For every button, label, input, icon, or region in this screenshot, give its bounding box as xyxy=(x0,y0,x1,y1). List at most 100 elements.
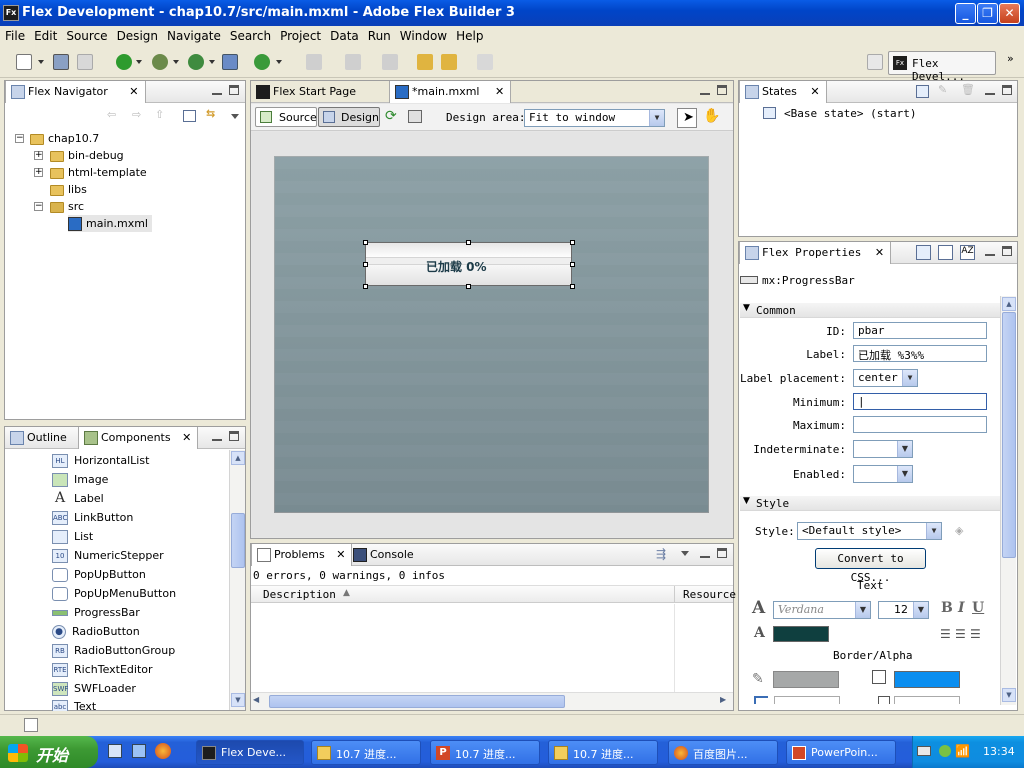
column-description[interactable]: Description xyxy=(263,588,336,601)
menu-help[interactable]: Help xyxy=(451,26,487,43)
link-editor-icon[interactable]: ⇆ xyxy=(206,107,215,120)
maximize-icon[interactable] xyxy=(717,548,727,558)
standard-view-icon[interactable] xyxy=(916,245,931,260)
scroll-down-icon[interactable]: ▼ xyxy=(1002,688,1016,702)
minimize-button[interactable]: _ xyxy=(955,3,976,24)
chevron-down-icon[interactable]: ▼ xyxy=(902,370,917,386)
maximize-icon[interactable] xyxy=(229,85,239,95)
list-item[interactable]: ABC LinkButton xyxy=(52,508,133,527)
common-section-header[interactable]: ▼ Common xyxy=(740,303,1000,318)
list-item[interactable]: ● RadioButton xyxy=(52,622,140,641)
menu-project[interactable]: Project xyxy=(275,26,325,43)
toggle-view-icon[interactable] xyxy=(408,110,422,123)
chevron-down-icon[interactable] xyxy=(38,60,44,64)
chevron-down-icon[interactable]: ▼ xyxy=(855,602,870,618)
design-area-select[interactable]: Fit to window ▼ xyxy=(524,109,665,127)
scroll-left-icon[interactable]: ◀ xyxy=(253,695,259,704)
scroll-down-icon[interactable]: ▼ xyxy=(231,693,245,707)
tree-folder-html-template[interactable]: html-template xyxy=(50,164,147,181)
label-placement-select[interactable]: center ▼ xyxy=(853,369,918,387)
expand-toggle[interactable]: + xyxy=(34,168,43,177)
close-icon[interactable]: ✕ xyxy=(129,85,138,98)
back-arrow-icon[interactable] xyxy=(441,54,457,70)
alphabetical-view-icon[interactable]: AZ xyxy=(960,245,975,260)
perspective-switcher[interactable]: Fx Flex Devel... xyxy=(888,51,996,83)
resize-handle[interactable] xyxy=(363,284,368,289)
export-icon[interactable] xyxy=(222,54,238,70)
scroll-up-icon[interactable]: ▲ xyxy=(1002,297,1016,311)
resize-handle[interactable] xyxy=(570,284,575,289)
italic-button[interactable]: I xyxy=(958,600,965,616)
task-powerpoint-doc[interactable]: P 10.7 进度... xyxy=(430,740,540,765)
task-powerpoint[interactable]: PowerPoin... xyxy=(786,740,896,765)
firefox-icon[interactable] xyxy=(155,743,171,759)
chevron-down-icon[interactable] xyxy=(276,60,282,64)
column-resource[interactable]: Resource xyxy=(683,588,736,601)
chevron-down-icon[interactable] xyxy=(173,60,179,64)
minimum-field[interactable]: | xyxy=(853,393,987,410)
list-item[interactable]: A Label xyxy=(52,489,104,508)
tree-file-main-mxml[interactable]: main.mxml xyxy=(68,215,152,232)
chevron-down-icon[interactable]: ▼ xyxy=(897,466,912,482)
network-icon[interactable]: 📶 xyxy=(955,744,970,758)
minimize-icon[interactable] xyxy=(700,85,710,95)
list-item[interactable]: SWF SWFLoader xyxy=(52,679,136,698)
border-color-picker[interactable] xyxy=(773,671,839,688)
underline-button[interactable]: U xyxy=(972,600,984,616)
menu-window[interactable]: Window xyxy=(395,26,451,43)
list-item[interactable]: List xyxy=(52,527,93,546)
maximum-field[interactable] xyxy=(853,416,987,433)
menu-edit[interactable]: Edit xyxy=(29,26,61,43)
resize-handle[interactable] xyxy=(363,240,368,245)
fill-color-picker[interactable] xyxy=(894,671,960,688)
last-edit-icon[interactable] xyxy=(417,54,433,70)
filter-icon[interactable]: ⇶ xyxy=(656,547,666,561)
expand-toggle[interactable]: + xyxy=(34,151,43,160)
components-scrollbar[interactable]: ▲ ▼ xyxy=(229,450,245,710)
view-menu-icon[interactable] xyxy=(231,114,239,119)
chevron-down-icon[interactable] xyxy=(136,60,142,64)
category-view-icon[interactable] xyxy=(938,245,953,260)
bold-button[interactable]: B xyxy=(941,600,953,616)
list-item[interactable]: PopUpButton xyxy=(52,565,146,584)
list-item[interactable]: Image xyxy=(52,470,108,489)
tab-flex-properties[interactable]: Flex Properties ✕ xyxy=(739,242,892,264)
external-tools-icon[interactable] xyxy=(254,54,270,70)
minimize-icon[interactable] xyxy=(212,431,222,441)
keyboard-icon[interactable] xyxy=(917,746,931,756)
list-item[interactable]: 10 NumericStepper xyxy=(52,546,164,565)
view-menu-icon[interactable] xyxy=(681,551,689,556)
tab-flex-start-page[interactable]: Flex Start Page xyxy=(251,81,362,103)
tab-flex-navigator[interactable]: Flex Navigator ✕ xyxy=(5,81,146,103)
text-align-left-icon[interactable]: ☰ xyxy=(940,627,951,641)
font-family-select[interactable]: Verdana ▼ xyxy=(773,601,871,619)
tab-components[interactable]: Components ✕ xyxy=(78,427,199,449)
maximize-icon[interactable] xyxy=(229,431,239,441)
open-perspective-icon[interactable] xyxy=(867,54,883,70)
text-align-right-icon[interactable]: ☰ xyxy=(970,627,981,641)
scroll-thumb[interactable] xyxy=(231,513,245,568)
input-method-icon[interactable] xyxy=(939,745,951,757)
menu-data[interactable]: Data xyxy=(325,26,363,43)
close-icon[interactable]: ✕ xyxy=(336,548,345,561)
enabled-select[interactable]: ▼ xyxy=(853,465,913,483)
resize-handle[interactable] xyxy=(466,284,471,289)
scroll-up-icon[interactable]: ▲ xyxy=(231,451,245,465)
print-icon[interactable] xyxy=(77,54,93,70)
maximize-icon[interactable] xyxy=(717,85,727,95)
text-color-picker[interactable] xyxy=(773,626,829,642)
properties-scrollbar[interactable]: ▲ ▼ xyxy=(1000,296,1016,705)
style-section-header[interactable]: ▼ Style xyxy=(740,496,1000,511)
state-item-base[interactable]: <Base state> (start) xyxy=(784,107,916,120)
menu-navigate[interactable]: Navigate xyxy=(162,26,225,43)
debug-icon[interactable] xyxy=(152,54,168,70)
indeterminate-select[interactable]: ▼ xyxy=(853,440,913,458)
list-item[interactable]: ProgressBar xyxy=(52,603,140,622)
collapse-all-icon[interactable] xyxy=(183,110,196,122)
tab-main-mxml[interactable]: *main.mxml ✕ xyxy=(389,81,512,103)
start-button[interactable]: 开始 xyxy=(0,736,98,768)
menu-file[interactable]: File xyxy=(0,26,29,43)
show-desktop-icon[interactable] xyxy=(108,744,122,758)
minimize-icon[interactable] xyxy=(700,548,710,558)
tree-folder-libs[interactable]: libs xyxy=(50,181,87,198)
